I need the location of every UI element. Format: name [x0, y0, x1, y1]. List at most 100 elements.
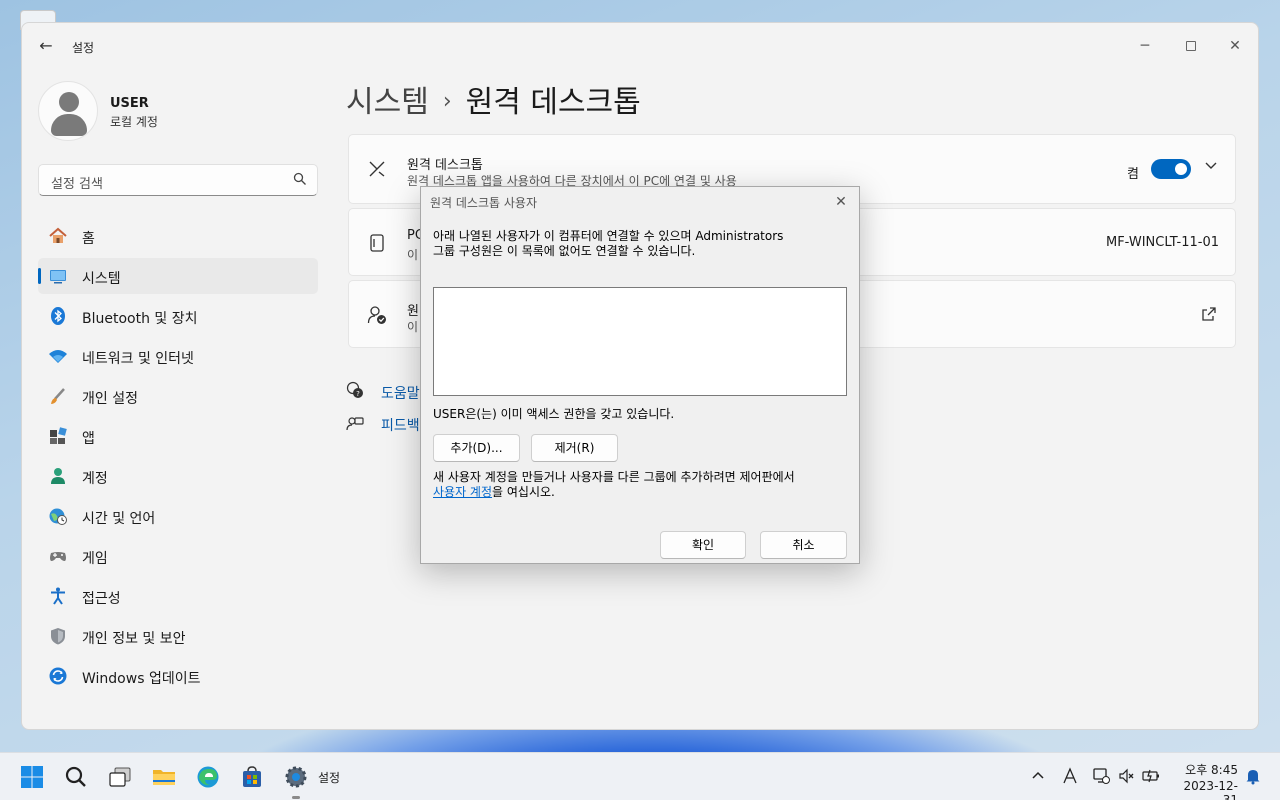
ok-button[interactable]: 확인: [660, 531, 746, 559]
feedback-link[interactable]: 피드백: [381, 415, 420, 435]
taskbar: 설정 오후 8:45 2023-12-31: [0, 752, 1280, 800]
sidebar-nav: 홈 시스템 Bluetooth 및 장치 네트워크 및 인터넷 개인 설정 앱 …: [38, 218, 318, 698]
access-status-text: USER은(는) 이미 액세스 권한을 갖고 있습니다.: [433, 407, 675, 421]
start-icon[interactable]: [20, 765, 44, 789]
get-help-link[interactable]: 도움말: [381, 383, 420, 403]
sidebar-item-label: 게임: [82, 551, 108, 567]
system-icon: [50, 270, 66, 284]
volume-muted-icon[interactable]: [1118, 767, 1136, 785]
chevron-down-icon[interactable]: [1203, 157, 1219, 173]
bluetooth-icon: [51, 307, 65, 325]
users-listbox[interactable]: [433, 287, 847, 396]
user-name: USER: [110, 96, 149, 111]
avatar-head: [59, 92, 79, 112]
maximize-button[interactable]: [1168, 31, 1214, 61]
taskbar-active-app-label: 설정: [318, 771, 341, 785]
breadcrumb-separator: ›: [442, 89, 452, 114]
maximize-icon: [1186, 41, 1196, 51]
notification-bell-icon[interactable]: [1244, 767, 1262, 785]
clock-date[interactable]: 2023-12-31: [1172, 779, 1238, 800]
sidebar-item-time-language[interactable]: 시간 및 언어: [38, 498, 318, 534]
sidebar-item-label: 앱: [82, 431, 95, 447]
account-icon: [51, 468, 65, 484]
brush-icon: [51, 388, 65, 404]
breadcrumb: 시스템 › 원격 데스크톱: [346, 77, 641, 121]
sidebar-item-label: Bluetooth 및 장치: [82, 311, 198, 327]
sidebar-item-label: 개인 설정: [82, 391, 138, 407]
gamepad-icon: [50, 552, 66, 561]
sidebar-item-label: 개인 정보 및 보안: [82, 631, 186, 647]
remote-desktop-toggle[interactable]: [1151, 159, 1191, 179]
card-title: 원격 데스크톱: [407, 158, 483, 173]
dialog-note-rest: 을 여십시오.: [492, 485, 555, 499]
sidebar-item-bluetooth[interactable]: Bluetooth 및 장치: [38, 298, 318, 334]
sidebar-item-apps[interactable]: 앱: [38, 418, 318, 454]
network-icon[interactable]: [1092, 767, 1110, 785]
app-title: 설정: [72, 41, 95, 55]
dialog-message-line: 아래 나열된 사용자가 이 컴퓨터에 연결할 수 있으며 Administrat…: [433, 229, 784, 243]
shield-icon: [51, 628, 65, 645]
update-icon: [49, 667, 67, 685]
sidebar-item-system[interactable]: 시스템: [38, 258, 318, 294]
battery-icon[interactable]: [1142, 767, 1160, 785]
svg-text:?: ?: [356, 390, 360, 398]
pc-name-value: MF-WINCLT-11-01: [1105, 235, 1219, 250]
card-description: 이: [407, 248, 419, 262]
task-view-icon[interactable]: [108, 765, 132, 789]
avatar-body: [51, 114, 87, 136]
active-app-indicator: [292, 796, 300, 799]
sidebar-item-privacy[interactable]: 개인 정보 및 보안: [38, 618, 318, 654]
user-accounts-link[interactable]: 사용자 계정: [433, 485, 492, 499]
search-input[interactable]: 설정 검색: [38, 164, 318, 196]
sidebar-item-windows-update[interactable]: Windows 업데이트: [38, 658, 318, 694]
add-user-button[interactable]: 추가(D)...: [433, 434, 520, 462]
pc-name-icon: [370, 234, 384, 252]
remove-user-button[interactable]: 제거(R): [531, 434, 618, 462]
feedback-icon: [346, 417, 364, 431]
wifi-icon: [49, 350, 67, 363]
dialog-note-line: 사용자 계정을 여십시오.: [433, 485, 843, 500]
remote-desktop-icon: [369, 161, 385, 177]
sidebar-item-label: 네트워크 및 인터넷: [82, 351, 194, 367]
home-icon: [49, 227, 67, 243]
page-title: 원격 데스크톱: [465, 85, 641, 120]
help-icon: ?: [346, 381, 363, 398]
input-indicator-icon[interactable]: [1061, 767, 1079, 785]
minimize-button[interactable]: ─: [1122, 31, 1168, 61]
sidebar-item-accounts[interactable]: 계정: [38, 458, 318, 494]
search-placeholder: 설정 검색: [51, 177, 103, 192]
dialog-message: 아래 나열된 사용자가 이 컴퓨터에 연결할 수 있으며 Administrat…: [433, 229, 843, 259]
edge-icon[interactable]: [196, 765, 220, 789]
accessibility-icon: [51, 587, 65, 605]
sidebar-item-network[interactable]: 네트워크 및 인터넷: [38, 338, 318, 374]
dialog-title: 원격 데스크톱 사용자: [430, 196, 537, 210]
dialog-message-line: 그룹 구성원은 이 목록에 없어도 연결할 수 있습니다.: [433, 244, 696, 258]
card-description: 이: [407, 320, 419, 334]
sidebar-item-label: 홈: [82, 231, 95, 247]
search-icon[interactable]: [64, 765, 88, 789]
cancel-button[interactable]: 취소: [760, 531, 847, 559]
close-button[interactable]: ✕: [1212, 31, 1258, 61]
breadcrumb-parent[interactable]: 시스템: [346, 85, 429, 120]
sidebar-item-home[interactable]: 홈: [38, 218, 318, 254]
clock-time[interactable]: 오후 8:45: [1184, 761, 1238, 778]
sidebar-item-accessibility[interactable]: 접근성: [38, 578, 318, 614]
settings-gear-icon[interactable]: [284, 765, 308, 789]
search-icon: [293, 172, 306, 185]
toggle-label: 켬: [1127, 167, 1139, 182]
dialog-close-button[interactable]: ✕: [831, 192, 851, 212]
dialog-note: 새 사용자 계정을 만들거나 사용자를 다른 그룹에 추가하려면 제어판에서 사…: [433, 470, 843, 500]
store-icon[interactable]: [240, 765, 264, 789]
file-explorer-icon[interactable]: [152, 765, 176, 789]
chevron-up-icon[interactable]: [1029, 767, 1047, 785]
sidebar-item-label: 시스템: [82, 271, 121, 287]
remote-desktop-users-dialog: 원격 데스크톱 사용자 ✕ 아래 나열된 사용자가 이 컴퓨터에 연결할 수 있…: [420, 186, 860, 564]
avatar[interactable]: [38, 81, 98, 141]
dialog-note-line: 새 사용자 계정을 만들거나 사용자를 다른 그룹에 추가하려면 제어판에서: [433, 470, 795, 484]
user-check-icon: [367, 306, 386, 324]
sidebar-item-gaming[interactable]: 게임: [38, 538, 318, 574]
external-link-icon[interactable]: [1201, 306, 1217, 322]
sidebar-item-personalization[interactable]: 개인 설정: [38, 378, 318, 414]
back-button[interactable]: ←: [34, 36, 58, 56]
title-bar: ← 설정 ─ ✕: [22, 23, 1258, 69]
